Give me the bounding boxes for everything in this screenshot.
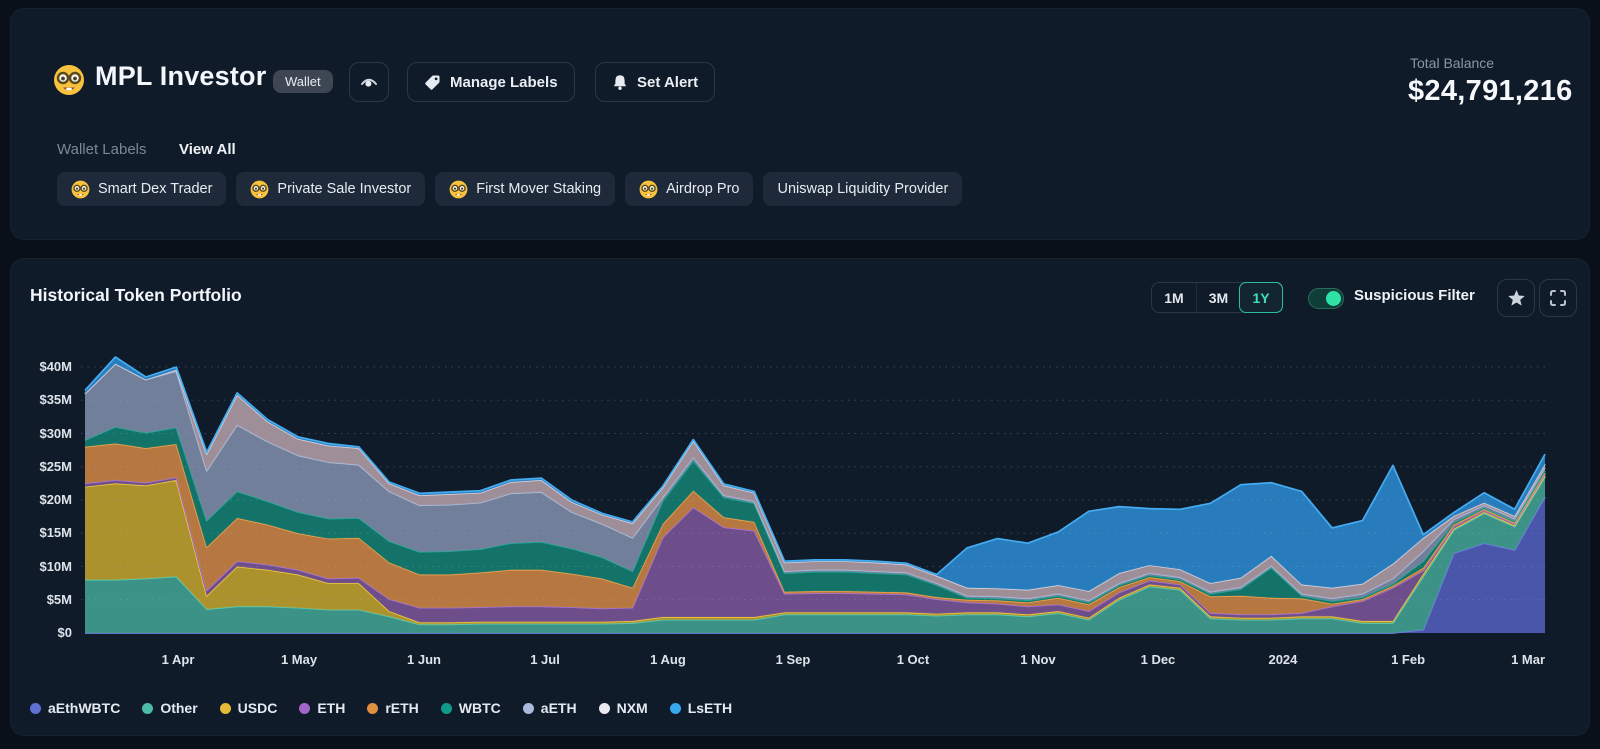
- legend-item-aETH[interactable]: aETH: [522, 700, 577, 716]
- legend-label: LsETH: [687, 700, 733, 716]
- x-tick-label: 1 Dec: [1140, 652, 1176, 667]
- y-tick-label: $0: [57, 625, 72, 640]
- x-tick-label: 1 Jun: [407, 652, 441, 667]
- legend-item-rETH[interactable]: rETH: [367, 700, 419, 716]
- legend-dot: [299, 702, 311, 714]
- legend-dot: [30, 702, 41, 714]
- x-tick-label: 1 Mar: [1511, 652, 1546, 667]
- legend-item-ETH[interactable]: ETH: [299, 700, 345, 716]
- legend-dot: [367, 702, 379, 714]
- legend-label: NXM: [616, 700, 648, 716]
- y-tick-label: $20M: [39, 492, 72, 507]
- y-tick-label: $30M: [39, 425, 72, 441]
- chart-legend: aEthWBTC Other USDC ETH rETH WBTC aETH NXM LsETH: [30, 700, 732, 716]
- legend-label: Other: [160, 700, 198, 716]
- legend-dot: [142, 702, 154, 714]
- legend-item-Other[interactable]: Other: [142, 700, 198, 716]
- x-tick-label: 2024: [1268, 652, 1298, 667]
- y-tick-label: $40M: [39, 359, 72, 374]
- x-tick-label: 1 Aug: [650, 652, 686, 667]
- x-tick-label: 1 Jul: [530, 652, 560, 667]
- legend-label: rETH: [385, 700, 419, 716]
- legend-label: aETH: [540, 700, 577, 716]
- legend-item-USDC[interactable]: USDC: [219, 700, 278, 716]
- legend-item-WBTC[interactable]: WBTC: [440, 700, 501, 716]
- legend-dot: [440, 702, 452, 714]
- wallet-dashboard-page: MPL Investor Wallet Manage Labels Set Al…: [0, 0, 1600, 749]
- x-tick-label: 1 Sep: [775, 652, 811, 667]
- legend-dot: [598, 702, 610, 714]
- legend-label: ETH: [317, 700, 346, 716]
- x-tick-label: 1 Nov: [1020, 652, 1056, 667]
- legend-item-LsETH[interactable]: LsETH: [669, 700, 733, 716]
- x-tick-label: 1 Apr: [161, 652, 195, 667]
- legend-item-aEthWBTC[interactable]: aEthWBTC: [30, 700, 120, 716]
- legend-label: WBTC: [458, 700, 501, 716]
- y-tick-label: $5M: [46, 591, 72, 607]
- legend-dot: [669, 702, 681, 714]
- legend-dot: [522, 702, 534, 714]
- y-tick-label: $25M: [39, 458, 72, 474]
- legend-item-NXM[interactable]: NXM: [598, 700, 648, 716]
- stacked-area-chart[interactable]: [0, 0, 1600, 749]
- legend-label: USDC: [237, 700, 278, 716]
- x-tick-label: 1 Feb: [1391, 652, 1426, 667]
- legend-label: aEthWBTC: [48, 700, 121, 716]
- x-tick-label: 1 May: [280, 652, 318, 667]
- y-tick-label: $35M: [39, 392, 72, 408]
- legend-dot: [219, 702, 231, 714]
- x-tick-label: 1 Oct: [896, 652, 930, 667]
- y-tick-label: $10M: [39, 558, 72, 574]
- y-tick-label: $15M: [39, 525, 72, 541]
